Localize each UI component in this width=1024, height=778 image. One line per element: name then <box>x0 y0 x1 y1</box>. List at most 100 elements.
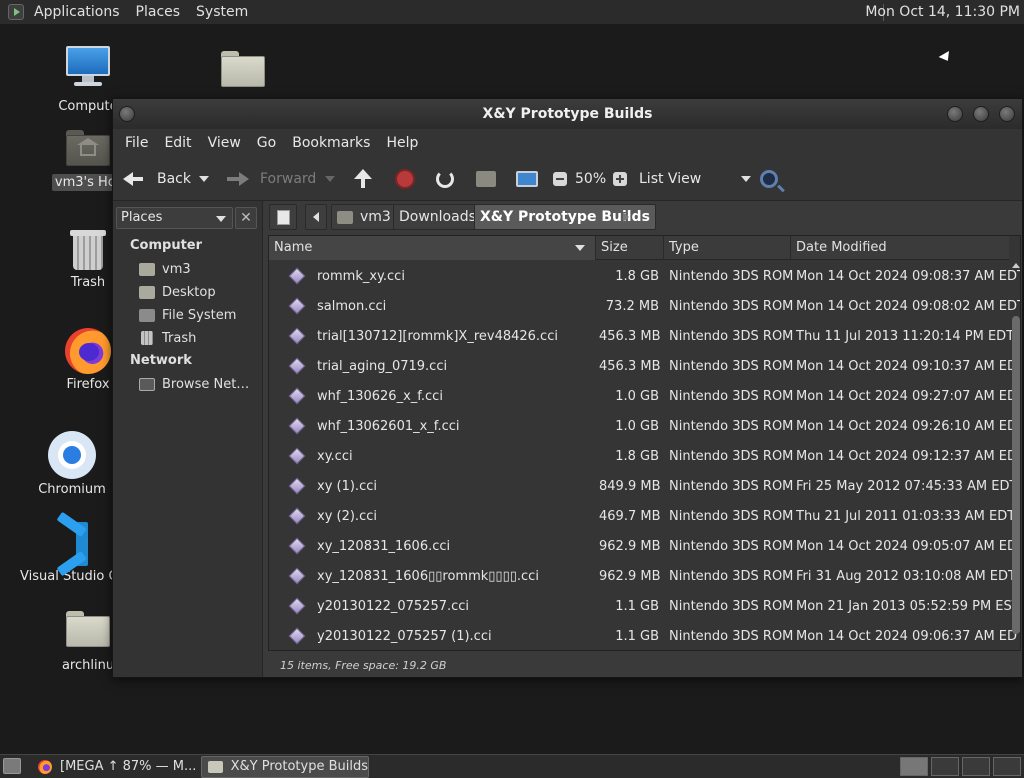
scroll-up-arrow-icon[interactable] <box>1012 263 1020 268</box>
column-date-modified[interactable]: Date Modified <box>791 236 1009 260</box>
file-row[interactable]: xy (2).cci 469.7 MB Nintendo 3DS ROM Thu 21… <box>269 502 1015 532</box>
rom-file-icon <box>288 327 306 345</box>
file-row[interactable]: xy (1).cci 849.9 MB Nintendo 3DS ROM Fri 25… <box>269 472 1017 502</box>
zoom-level[interactable]: 50% <box>575 157 606 201</box>
maximize-button[interactable] <box>973 106 989 122</box>
up-button[interactable] <box>353 157 373 201</box>
hard-drive-icon <box>139 308 155 322</box>
applications-menu[interactable]: Applications <box>26 4 128 20</box>
rom-file-icon <box>288 477 306 495</box>
computer-icon <box>516 171 538 187</box>
edit-location-icon <box>276 209 290 225</box>
folder-icon <box>208 761 223 773</box>
file-name: trial_aging_0719.cci <box>317 359 448 374</box>
home-button[interactable] <box>476 157 496 201</box>
file-row[interactable]: y20130122_075257 (1).cci 1.1 GB Nintendo 3… <box>269 622 1020 650</box>
chromium-icon <box>48 431 96 479</box>
menu-file[interactable]: File <box>117 135 156 151</box>
show-desktop-button[interactable] <box>3 758 21 774</box>
path-scroll-right-button[interactable] <box>615 204 637 230</box>
menu-bookmarks[interactable]: Bookmarks <box>284 135 378 151</box>
applications-logo-icon[interactable] <box>8 4 24 20</box>
window-titlebar[interactable]: X&Y Prototype Builds <box>113 99 1022 129</box>
workspace-4[interactable] <box>993 757 1021 776</box>
column-name-label: Name <box>274 240 313 255</box>
sidebar-item-label: Desktop <box>162 284 216 300</box>
sidebar-item-file-system[interactable]: File System <box>139 305 236 325</box>
file-row[interactable]: whf_130626_x_f.cci 1.0 GB Nintendo 3DS ROM… <box>269 382 1020 412</box>
file-row[interactable]: rommk_xy.cci 1.8 GB Nintendo 3DS ROM Mon 14… <box>269 262 1020 292</box>
path-crumb-vm3[interactable]: vm3 <box>331 204 397 230</box>
menu-view[interactable]: View <box>200 135 249 151</box>
rom-file-icon <box>288 447 306 465</box>
workspace-2[interactable] <box>931 757 959 776</box>
menu-edit[interactable]: Edit <box>156 135 199 151</box>
desktop-icon-vscode[interactable]: Visual Studio Co <box>17 511 127 585</box>
file-type: Nintendo 3DS ROM <box>669 539 794 554</box>
menu-help[interactable]: Help <box>378 135 426 151</box>
file-row[interactable]: y20130122_075257.cci 1.1 GB Nintendo 3DS R… <box>269 592 1020 622</box>
mouse-pointer-icon <box>938 51 953 64</box>
scrollbar-thumb[interactable] <box>1012 316 1020 634</box>
home-folder-icon <box>66 130 110 166</box>
task-file-manager[interactable]: X&Y Prototype Builds <box>201 756 369 778</box>
file-row[interactable]: whf_13062601_x_f.cci 1.0 GB Nintendo 3DS R… <box>269 412 1020 442</box>
file-row[interactable]: trial[130712][rommk]X_rev48426.cci 456.3 … <box>269 322 1014 352</box>
sidebar-item-desktop[interactable]: Desktop <box>139 282 216 302</box>
chevron-down-icon <box>216 216 226 222</box>
sidebar-places-combo[interactable]: Places <box>116 207 233 229</box>
taskbar: [MEGA ↑ 87% — M... X&Y Prototype Builds <box>0 754 1024 778</box>
sidebar-item-vm3[interactable]: vm3 <box>139 259 191 279</box>
file-name: y20130122_075257.cci <box>317 599 470 614</box>
file-name: salmon.cci <box>317 299 387 314</box>
column-type[interactable]: Type <box>664 236 791 260</box>
column-size[interactable]: Size <box>596 236 664 260</box>
workspace-1[interactable] <box>900 757 928 776</box>
computer-button[interactable] <box>516 157 538 201</box>
home-icon <box>337 210 353 224</box>
zoom-in-button[interactable] <box>613 157 627 201</box>
forward-button[interactable]: Forward <box>227 157 316 201</box>
forward-arrow-icon <box>227 169 249 189</box>
desktop-icon-label: Trash <box>70 275 106 290</box>
file-name: xy_120831_1606.cci <box>317 539 451 554</box>
file-row[interactable]: salmon.cci 73.2 MB Nintendo 3DS ROM Mon 14 … <box>269 292 1020 322</box>
sidebar-item-browse-network[interactable]: Browse Net… <box>139 374 249 394</box>
desktop-icon-label: Firefox <box>66 377 110 392</box>
file-row[interactable]: xy_120831_1606▯▯rommk▯▯▯▯.cci 962.9 MB Nin… <box>269 562 1016 592</box>
path-crumb-downloads[interactable]: Downloads <box>393 204 482 230</box>
file-row[interactable]: xy_120831_1606.cci 962.9 MB Nintendo 3DS R… <box>269 532 1020 562</box>
sidebar-item-trash[interactable]: Trash <box>139 328 196 348</box>
minimize-button[interactable] <box>947 106 963 122</box>
path-scroll-left-button[interactable] <box>305 204 327 230</box>
forward-history-dropdown[interactable] <box>325 157 335 201</box>
window-menu-button[interactable] <box>119 106 135 122</box>
file-type: Nintendo 3DS ROM <box>669 479 794 494</box>
workspace-3[interactable] <box>962 757 990 776</box>
folder-icon <box>221 51 265 87</box>
desktop-icon-chromium[interactable]: Chromium <box>17 431 127 498</box>
task-mega-firefox[interactable]: [MEGA ↑ 87% — M... <box>32 756 198 778</box>
places-menu[interactable]: Places <box>128 4 189 20</box>
desktop-icon-folder[interactable] <box>188 51 298 87</box>
back-history-dropdown[interactable] <box>199 157 209 201</box>
view-mode-select[interactable]: List View <box>639 157 752 201</box>
sidebar-close-button[interactable]: ✕ <box>235 207 257 229</box>
stop-button[interactable] <box>395 157 415 201</box>
column-name[interactable]: Name <box>269 236 596 260</box>
vertical-scrollbar[interactable] <box>1011 261 1020 650</box>
file-row[interactable]: trial_aging_0719.cci 456.3 MB Nintendo 3DS… <box>269 352 1020 382</box>
file-row[interactable]: xy.cci 1.8 GB Nintendo 3DS ROM Mon 14 Oct 2… <box>269 442 1020 472</box>
reload-button[interactable] <box>436 157 454 201</box>
sidebar-item-label: File System <box>162 307 237 323</box>
close-button[interactable] <box>999 106 1015 122</box>
search-button[interactable] <box>760 157 778 201</box>
menu-go[interactable]: Go <box>249 135 284 151</box>
clock[interactable]: Mon Oct 14, 11:30 PM <box>865 0 1020 25</box>
system-menu[interactable]: System <box>188 4 256 20</box>
location-edit-toggle[interactable] <box>269 204 297 230</box>
back-button[interactable]: Back <box>123 157 191 201</box>
file-name: y20130122_075257 (1).cci <box>317 629 492 644</box>
back-arrow-icon <box>123 169 145 189</box>
zoom-out-button[interactable] <box>553 157 567 201</box>
